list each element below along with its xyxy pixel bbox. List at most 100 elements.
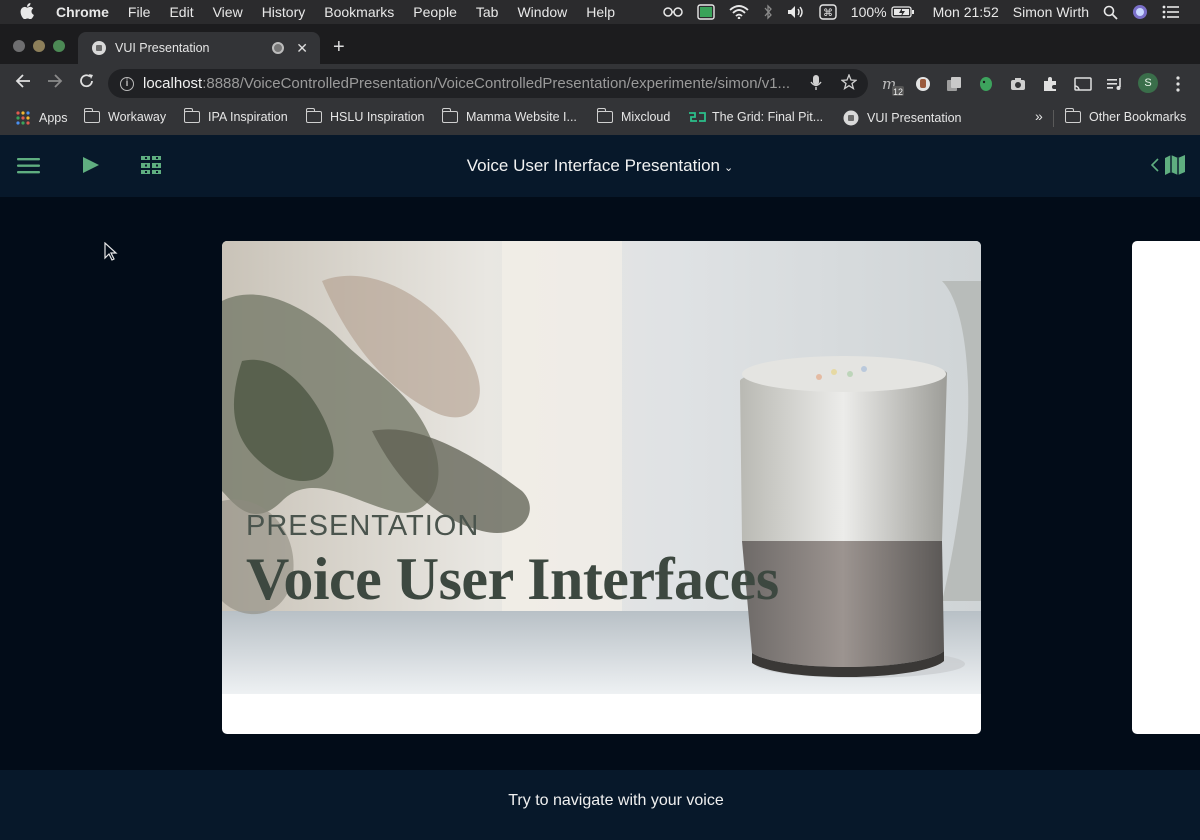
wifi-icon[interactable] [729,5,749,19]
keyboard-command-icon[interactable]: ⌘ [819,4,837,20]
menu-bar-status-area: ⌘ 100% Mon 21:52 Simon Wirth [663,0,1200,24]
media-controls-icon[interactable] [1106,75,1124,91]
menu-edit[interactable]: Edit [169,4,193,20]
extension-copy-icon[interactable] [945,75,963,91]
vui-favicon-icon [843,110,859,126]
folder-icon [83,108,100,123]
bookmarks-bar: Apps Workaway IPA Inspiration HSLU Inspi… [0,102,1200,135]
mouse-cursor-icon [104,242,118,261]
mic-icon[interactable] [810,74,822,95]
presentation-title-dropdown[interactable]: Voice User Interface Presentation ⌄ [0,156,1200,176]
tab-close-button[interactable]: ✕ [296,40,308,57]
evernote-icon[interactable] [977,75,995,91]
battery-indicator[interactable]: 100% [851,4,915,20]
reload-button[interactable] [76,72,98,94]
address-url[interactable]: localhost:8888/VoiceControlledPresentati… [143,75,803,92]
bookmark-vui-presentation[interactable]: VUI Presentation [843,110,962,126]
presentation-header: Voice User Interface Presentation ⌄ [0,135,1200,197]
bookmark-hslu-inspiration[interactable]: HSLU Inspiration [305,108,425,124]
next-slide-preview[interactable] [1132,241,1200,734]
window-zoom-button[interactable] [53,40,65,52]
user-name[interactable]: Simon Wirth [1013,4,1089,20]
window-close-button[interactable] [13,40,25,52]
star-icon[interactable] [840,73,858,94]
menu-file[interactable]: File [128,4,151,20]
tab-favicon-icon [92,41,106,55]
extensions-puzzle-icon[interactable] [1041,75,1059,91]
apple-icon[interactable] [20,2,38,22]
presentation-title: Voice User Interface Presentation [466,156,721,175]
notification-center-icon[interactable] [1162,5,1180,19]
folder-icon [1064,108,1081,123]
bookmark-label: VUI Presentation [867,111,962,125]
voice-navigation-hint: Try to navigate with your voice [508,792,724,809]
slide-stage: PRESENTATION Voice User Interfaces [0,197,1200,770]
volume-icon[interactable] [787,5,805,19]
menu-app-name[interactable]: Chrome [56,4,109,20]
new-tab-button[interactable]: + [333,36,345,59]
bookmark-label: Workaway [108,110,167,124]
bookmarks-overflow-button[interactable]: » [1035,108,1043,124]
bookmark-label: Mamma Website I... [466,110,577,124]
bookmark-workaway[interactable]: Workaway [83,108,167,124]
folder-icon [441,108,458,123]
bookmark-apps-label: Apps [39,111,68,125]
menu-people[interactable]: People [413,4,457,20]
folder-icon [305,108,322,123]
site-info-icon[interactable]: i [120,76,134,91]
forward-button[interactable] [44,72,66,94]
map-icon[interactable] [1164,154,1186,181]
bookmark-label: IPA Inspiration [208,110,288,124]
back-button[interactable] [12,72,34,94]
address-bar[interactable]: i localhost:8888/VoiceControlledPresenta… [108,69,868,98]
menu-bookmarks[interactable]: Bookmarks [324,4,394,20]
svg-text:⌘: ⌘ [823,8,833,19]
chevron-left-icon[interactable] [1150,158,1159,177]
more-menu-icon[interactable] [1175,75,1193,92]
window-minimize-button[interactable] [33,40,45,52]
activity-monitor-icon[interactable] [697,4,715,20]
bookmark-mixcloud[interactable]: Mixcloud [596,108,671,124]
bookmark-apps[interactable]: Apps [15,110,68,126]
url-host: localhost [143,75,203,92]
menu-window[interactable]: Window [517,4,567,20]
profile-avatar[interactable]: S [1138,73,1158,93]
chevron-down-icon: ⌄ [724,162,734,174]
bookmark-label: HSLU Inspiration [330,110,425,124]
browser-tab-strip: VUI Presentation ✕ + [0,24,1200,64]
bookmark-label: The Grid: Final Pit... [712,110,824,124]
bookmark-ipa-inspiration[interactable]: IPA Inspiration [183,108,288,124]
bookmark-other-bookmarks[interactable]: Other Bookmarks [1064,108,1187,124]
browser-toolbar: i localhost:8888/VoiceControlledPresenta… [0,64,1200,102]
bookmark-mamma-website[interactable]: Mamma Website I... [441,108,577,124]
battery-icon [890,6,914,18]
the-grid-logo-icon [689,112,706,122]
bluetooth-icon[interactable] [763,4,773,20]
apps-grid-icon [16,111,30,125]
bookmarks-divider [1053,110,1054,127]
cast-icon[interactable] [1073,75,1092,91]
clock[interactable]: Mon 21:52 [933,4,999,20]
siri-icon[interactable] [1132,4,1148,20]
bookmark-label: Mixcloud [621,110,671,124]
current-slide[interactable]: PRESENTATION Voice User Interfaces [222,241,981,734]
recording-indicator-icon [272,42,285,54]
spotlight-search-icon[interactable] [1103,5,1118,20]
url-path: :8888/VoiceControlledPresentation/VoiceC… [202,75,791,92]
folder-icon [183,108,200,123]
slide-kicker: PRESENTATION [246,510,480,542]
menu-help[interactable]: Help [586,4,615,20]
macos-menu-bar: Chrome File Edit View History Bookmarks … [0,0,1200,24]
tab-title: VUI Presentation [115,41,210,55]
bookmark-the-grid[interactable]: The Grid: Final Pit... [688,110,823,124]
camera-icon[interactable] [1009,75,1027,91]
battery-percentage: 100% [850,4,887,20]
bookmark-label: Other Bookmarks [1089,110,1187,124]
slide-headline: Voice User Interfaces [246,546,779,612]
extension-hand-icon[interactable] [914,75,932,91]
menu-tab[interactable]: Tab [476,4,499,20]
glasses-icon[interactable] [663,6,683,18]
menu-history[interactable]: History [262,4,306,20]
tab-vui-presentation[interactable]: VUI Presentation ✕ [78,32,320,64]
menu-view[interactable]: View [213,4,243,20]
